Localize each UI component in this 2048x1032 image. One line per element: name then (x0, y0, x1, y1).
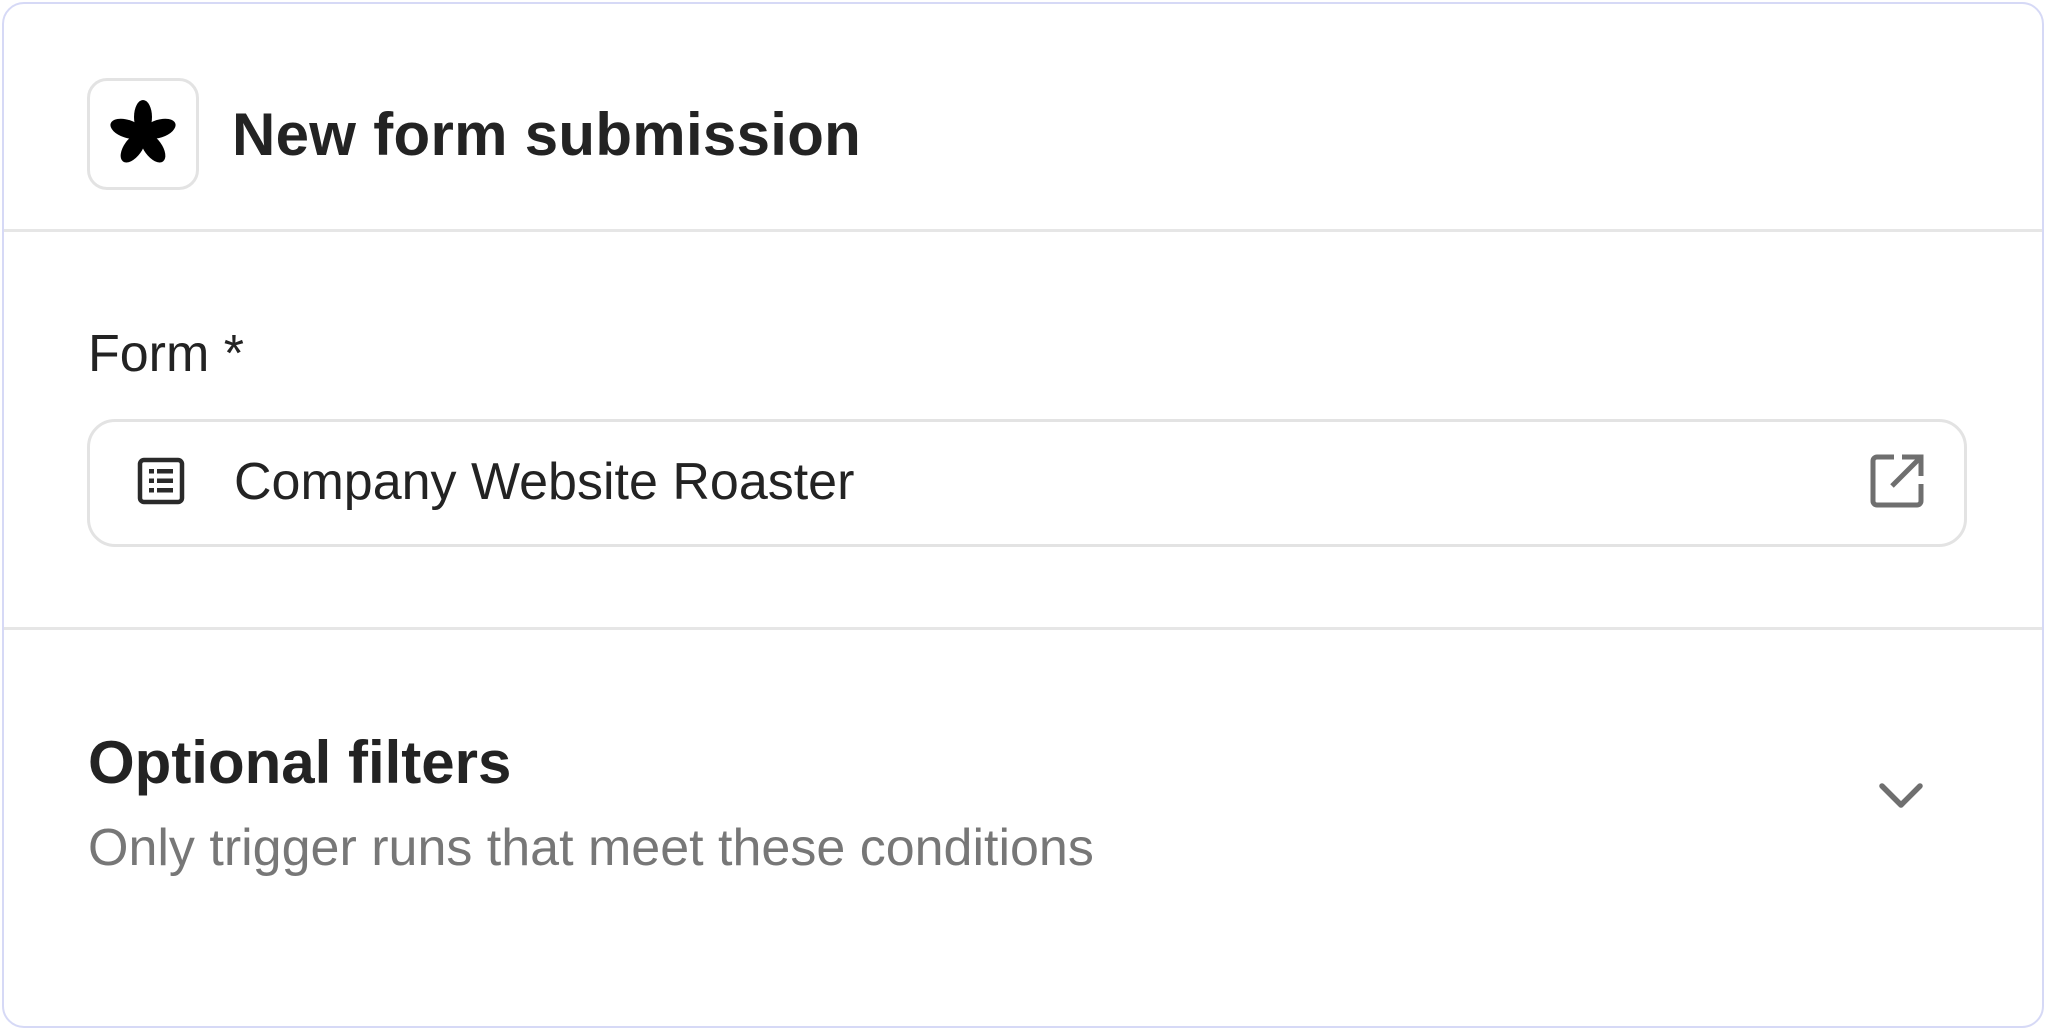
trigger-title: New form submission (232, 101, 862, 168)
asterisk-icon (87, 78, 199, 190)
optional-filters-toggle[interactable]: Optional filters Only trigger runs that … (4, 630, 2042, 1026)
form-select-input[interactable]: Company Website Roaster (87, 419, 1967, 547)
trigger-card: New form submission Form * Company Websi… (2, 2, 2044, 1028)
filters-title: Optional filters (88, 729, 512, 796)
form-field-label: Form * (88, 325, 244, 383)
open-external-icon[interactable] (1868, 452, 1926, 510)
filters-subtitle: Only trigger runs that meet these condit… (88, 819, 1094, 877)
card-header: New form submission (4, 4, 2042, 232)
chevron-down-icon[interactable] (1876, 778, 1926, 812)
list-icon (137, 457, 185, 505)
form-select-value: Company Website Roaster (234, 453, 855, 511)
form-field-section: Form * Company Website Roaster (4, 232, 2042, 630)
